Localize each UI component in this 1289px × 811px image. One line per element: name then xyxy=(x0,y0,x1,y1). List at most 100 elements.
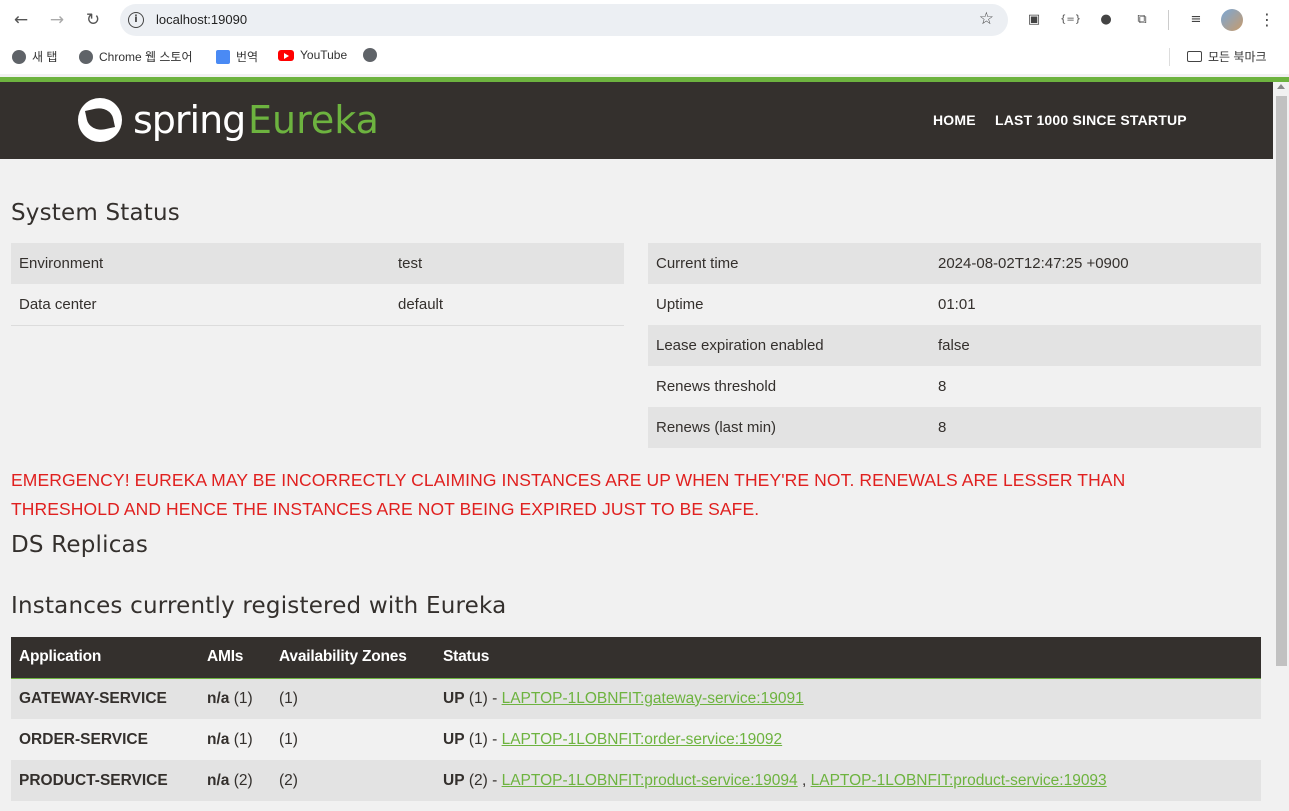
status-cell: UP (2) - LAPTOP-1LOBNFIT:product-service… xyxy=(435,760,1261,801)
site-info-icon[interactable]: i xyxy=(128,12,144,28)
system-status-left-table: Environment test Data center default xyxy=(11,243,624,326)
ds-replicas-heading: DS Replicas xyxy=(11,532,149,558)
zones-cell: (1) xyxy=(271,678,435,719)
globe-icon xyxy=(12,49,26,64)
logo-eureka-text[interactable]: Eureka xyxy=(248,98,379,142)
status-up: UP xyxy=(443,730,465,748)
globe-icon xyxy=(79,49,93,64)
stat-value: false xyxy=(930,325,1261,366)
reload-icon[interactable]: ↻ xyxy=(81,8,105,32)
stat-value: test xyxy=(390,243,624,284)
table-row: ORDER-SERVICE n/a (1) (1) UP (1) - LAPTO… xyxy=(11,719,1261,760)
extensions-puzzle-icon[interactable]: ⧉ xyxy=(1132,10,1152,30)
column-header: AMIs xyxy=(199,637,271,679)
status-count: (2) - xyxy=(468,771,498,789)
table-row: GATEWAY-SERVICE n/a (1) (1) UP (1) - LAP… xyxy=(11,678,1261,719)
url-text[interactable]: localhost:19090 xyxy=(156,12,247,27)
status-cell: UP (1) - LAPTOP-1LOBNFIT:gateway-service… xyxy=(435,678,1261,719)
table-row: Current time 2024-08-02T12:47:25 +0900 xyxy=(648,243,1261,284)
back-icon[interactable]: ← xyxy=(9,8,33,32)
system-status-right-table: Current time 2024-08-02T12:47:25 +0900 U… xyxy=(648,243,1261,448)
forward-icon[interactable]: → xyxy=(45,8,69,32)
instance-link[interactable]: LAPTOP-1LOBNFIT:order-service:19092 xyxy=(502,731,783,748)
bookmark-label: YouTube xyxy=(300,48,348,62)
zones-cell: (2) xyxy=(271,760,435,801)
menu-kebab-icon[interactable]: ⋮ xyxy=(1257,10,1277,30)
stat-label: Data center xyxy=(11,284,390,326)
app-name: PRODUCT-SERVICE xyxy=(11,760,199,801)
nav-last-1000-link[interactable]: LAST 1000 SINCE STARTUP xyxy=(995,112,1187,128)
logo-spring-text[interactable]: spring xyxy=(133,98,246,142)
stat-value: 2024-08-02T12:47:25 +0900 xyxy=(930,243,1261,284)
toolbar-divider xyxy=(1168,10,1169,30)
scrollbar-thumb[interactable] xyxy=(1276,96,1287,666)
ami-cell: n/a (2) xyxy=(199,760,271,801)
table-header-row: Application AMIs Availability Zones Stat… xyxy=(11,637,1261,679)
system-status-heading: System Status xyxy=(11,200,180,226)
stat-value: 8 xyxy=(930,407,1261,448)
eureka-navbar: spring Eureka HOME LAST 1000 SINCE START… xyxy=(0,82,1273,159)
nav-home-link[interactable]: HOME xyxy=(933,112,976,128)
bookmark-label: 새 탭 xyxy=(32,50,58,64)
status-count: (1) - xyxy=(468,730,498,748)
bookmark-chrome-store[interactable]: Chrome 웹 스토어 xyxy=(79,48,193,65)
instance-link[interactable]: LAPTOP-1LOBNFIT:gateway-service:19091 xyxy=(502,690,804,707)
instance-link[interactable]: LAPTOP-1LOBNFIT:product-service:19093 xyxy=(811,772,1107,789)
ami-label: n/a xyxy=(207,730,230,748)
stat-value: default xyxy=(390,284,624,326)
table-row: PRODUCT-SERVICE n/a (2) (2) UP (2) - LAP… xyxy=(11,760,1261,801)
ami-cell: n/a (1) xyxy=(199,719,271,760)
ami-count: (2) xyxy=(233,771,253,789)
status-count: (1) - xyxy=(468,689,498,707)
media-queue-icon[interactable]: ≡ xyxy=(1186,10,1206,30)
bookmarks-divider xyxy=(1169,48,1170,66)
ami-count: (1) xyxy=(233,730,253,748)
bookmark-new-tab[interactable]: 새 탭 xyxy=(12,48,57,65)
bookmark-label: 번역 xyxy=(236,50,259,64)
folder-icon xyxy=(1187,51,1202,62)
table-row: Renews (last min) 8 xyxy=(648,407,1261,448)
cookie-extension-icon[interactable]: ● xyxy=(1096,10,1116,30)
bookmark-star-icon[interactable]: ☆ xyxy=(979,9,994,29)
status-up: UP xyxy=(443,689,465,707)
bookmark-translate[interactable]: 번역 xyxy=(216,48,258,65)
stat-label: Renews threshold xyxy=(648,366,930,407)
translate-icon xyxy=(216,49,230,64)
youtube-icon xyxy=(278,49,294,61)
browser-toolbar: ← → ↻ i localhost:19090 ☆ ▣ {=} ● ⧉ ≡ ⋮ xyxy=(0,0,1289,40)
zones-cell: (1) xyxy=(271,719,435,760)
status-cell: UP (1) - LAPTOP-1LOBNFIT:order-service:1… xyxy=(435,719,1261,760)
app-name: GATEWAY-SERVICE xyxy=(11,678,199,719)
stat-value: 01:01 xyxy=(930,284,1261,325)
scroll-up-arrow-icon[interactable] xyxy=(1277,84,1285,89)
profile-avatar[interactable] xyxy=(1221,9,1243,31)
table-row: Renews threshold 8 xyxy=(648,366,1261,407)
cast-icon[interactable]: ▣ xyxy=(1024,10,1044,30)
bookmark-youtube[interactable]: YouTube xyxy=(278,48,347,62)
ami-label: n/a xyxy=(207,771,230,789)
table-row: Lease expiration enabled false xyxy=(648,325,1261,366)
instances-table: Application AMIs Availability Zones Stat… xyxy=(11,637,1261,801)
spring-leaf-icon[interactable] xyxy=(78,98,122,142)
bookmark-globe[interactable] xyxy=(363,48,377,62)
table-row: Uptime 01:01 xyxy=(648,284,1261,325)
all-bookmarks-button[interactable]: 모든 북마크 xyxy=(1187,48,1267,65)
table-row: Data center default xyxy=(11,284,624,326)
column-header: Availability Zones xyxy=(271,637,435,679)
stat-label: Renews (last min) xyxy=(648,407,930,448)
globe-icon xyxy=(363,48,377,62)
link-separator: , xyxy=(801,771,807,789)
stat-value: 8 xyxy=(930,366,1261,407)
instances-heading: Instances currently registered with Eure… xyxy=(11,593,507,619)
emergency-warning: EMERGENCY! EUREKA MAY BE INCORRECTLY CLA… xyxy=(11,466,1211,524)
stat-label: Uptime xyxy=(648,284,930,325)
ami-count: (1) xyxy=(233,689,253,707)
address-bar[interactable]: i localhost:19090 ☆ xyxy=(120,4,1008,36)
json-extension-icon[interactable]: {=} xyxy=(1060,10,1081,30)
page-scrollbar[interactable] xyxy=(1273,82,1289,811)
instance-link[interactable]: LAPTOP-1LOBNFIT:product-service:19094 xyxy=(502,772,798,789)
table-row: Environment test xyxy=(11,243,624,284)
all-bookmarks-label: 모든 북마크 xyxy=(1208,50,1267,64)
stat-label: Lease expiration enabled xyxy=(648,325,930,366)
ami-label: n/a xyxy=(207,689,230,707)
